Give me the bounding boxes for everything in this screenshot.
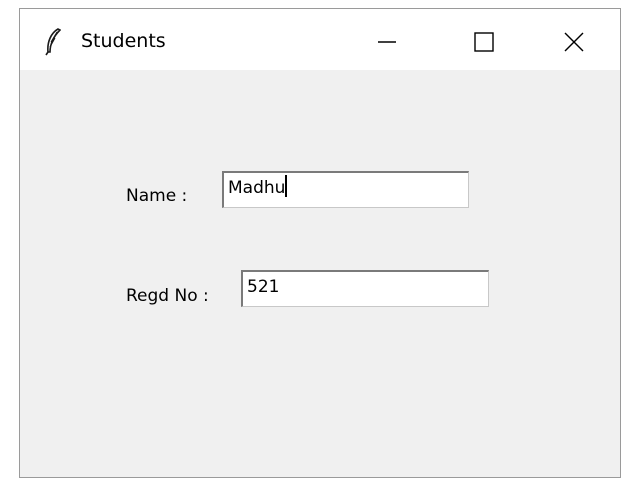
name-label: Name : bbox=[126, 186, 188, 206]
name-entry-value: Madhu bbox=[228, 178, 286, 198]
title-bar[interactable]: Students bbox=[20, 9, 620, 70]
feather-icon bbox=[45, 28, 61, 56]
window-title: Students bbox=[81, 30, 166, 52]
students-window: Students Name : Madhu Regd No : 521 bbox=[19, 8, 621, 478]
regd-no-label: Regd No : bbox=[126, 286, 209, 306]
close-icon bbox=[564, 32, 584, 52]
regd-no-entry[interactable]: 521 bbox=[241, 270, 489, 307]
maximize-button[interactable] bbox=[461, 17, 507, 67]
name-entry[interactable]: Madhu bbox=[222, 171, 469, 208]
regd-no-entry-value: 521 bbox=[247, 277, 280, 297]
maximize-icon bbox=[474, 32, 494, 52]
minimize-button[interactable] bbox=[364, 17, 410, 67]
close-button[interactable] bbox=[551, 17, 597, 67]
minimize-icon bbox=[378, 41, 396, 43]
text-caret bbox=[285, 175, 288, 197]
